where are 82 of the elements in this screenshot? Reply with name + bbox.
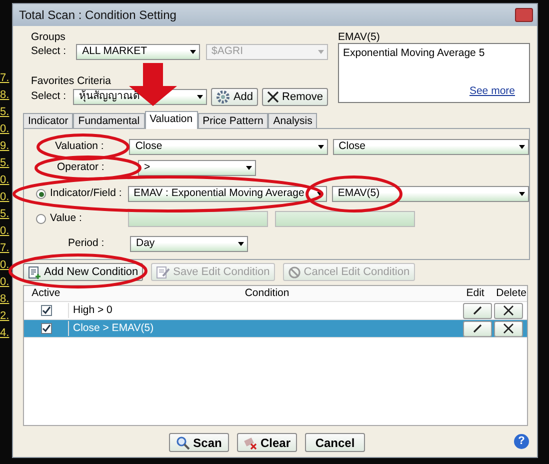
column-header: Active bbox=[30, 286, 62, 301]
field-label: Indicator/Field : bbox=[50, 186, 123, 202]
help-icon[interactable]: ? bbox=[514, 434, 529, 449]
caret-icon bbox=[318, 50, 324, 54]
column-header: Edit bbox=[466, 286, 486, 301]
background-text: 2. bbox=[0, 309, 10, 324]
background-text: 5. bbox=[0, 156, 10, 171]
background-text: 0. bbox=[0, 258, 10, 273]
background-text: 4. bbox=[0, 326, 10, 341]
indicator-dropdown[interactable]: EMAV(5) bbox=[332, 186, 529, 202]
close-icon bbox=[503, 305, 514, 316]
edit-list-icon bbox=[156, 266, 170, 278]
tab[interactable]: Fundamental bbox=[73, 113, 145, 128]
caret-icon bbox=[519, 192, 525, 196]
close-icon bbox=[267, 91, 280, 103]
value-field[interactable] bbox=[275, 211, 415, 227]
field-label: Value : bbox=[50, 211, 83, 226]
value-field[interactable] bbox=[128, 211, 268, 227]
close-icon bbox=[503, 323, 514, 334]
radio-button[interactable] bbox=[36, 189, 46, 199]
background-text: 0. bbox=[0, 173, 10, 188]
background-text: 7. bbox=[0, 241, 10, 256]
section-label: Groups bbox=[31, 30, 66, 43]
tab[interactable]: Analysis bbox=[268, 113, 318, 128]
section-label: Favorites Criteria bbox=[31, 74, 112, 87]
tab[interactable]: Price Pattern bbox=[198, 113, 268, 128]
background-text: 0. bbox=[0, 122, 10, 137]
valuation-dropdown[interactable]: Close bbox=[332, 139, 530, 155]
caret-icon bbox=[318, 145, 324, 149]
checkbox[interactable] bbox=[40, 305, 52, 316]
caret-icon bbox=[238, 242, 244, 246]
caret-icon bbox=[246, 166, 252, 170]
add-list-icon bbox=[28, 266, 41, 278]
description-text: Exponential Moving Average 5 bbox=[343, 47, 485, 59]
caret-icon bbox=[316, 192, 323, 196]
background-text: 9. bbox=[0, 139, 10, 154]
background-text: 7. bbox=[0, 71, 10, 86]
clear-button[interactable]: Clear bbox=[237, 433, 297, 452]
description-title: EMAV(5) bbox=[338, 30, 381, 43]
field-label: Period : bbox=[68, 236, 106, 252]
field-label: Valuation : bbox=[55, 139, 105, 154]
background-text: 8. bbox=[0, 292, 10, 307]
delete-button[interactable] bbox=[494, 320, 523, 336]
delete-button[interactable] bbox=[494, 302, 523, 318]
market-dropdown[interactable]: ALL MARKET bbox=[76, 44, 200, 60]
caret-icon bbox=[519, 145, 526, 149]
cancel-button[interactable]: Cancel bbox=[305, 433, 365, 452]
caret-icon bbox=[190, 50, 196, 54]
prohibited-icon bbox=[288, 266, 301, 278]
background-text: 8. bbox=[0, 88, 10, 103]
see-more-link[interactable]: See more bbox=[469, 84, 515, 100]
add-condition-button[interactable]: Add New Condition bbox=[23, 263, 144, 281]
field-label: Select : bbox=[31, 44, 68, 60]
operator-dropdown[interactable]: > bbox=[138, 160, 256, 176]
background-text: 0. bbox=[0, 275, 10, 290]
period-dropdown[interactable]: Day bbox=[130, 236, 248, 252]
caret-icon bbox=[197, 95, 204, 99]
field-label: Select : bbox=[31, 89, 68, 104]
field-label: Operator : bbox=[57, 160, 106, 176]
background-text: 0. bbox=[0, 190, 10, 205]
eraser-icon bbox=[243, 436, 258, 450]
tab[interactable]: Indicator bbox=[23, 113, 74, 128]
background-text: 5. bbox=[0, 105, 10, 120]
edit-button[interactable] bbox=[463, 320, 492, 336]
valuation-dropdown[interactable]: Close bbox=[129, 139, 328, 155]
gear-icon bbox=[216, 90, 230, 104]
scan-button[interactable]: Scan bbox=[169, 433, 229, 452]
column-header: Delete bbox=[496, 286, 527, 301]
column-header: Condition bbox=[244, 286, 290, 301]
search-icon bbox=[176, 436, 190, 450]
radio-button[interactable] bbox=[36, 214, 46, 224]
background-text: 0. bbox=[0, 224, 10, 239]
pencil-icon bbox=[472, 305, 483, 316]
checkbox[interactable] bbox=[40, 323, 52, 334]
remove-button[interactable]: Remove bbox=[262, 88, 328, 106]
add-button[interactable]: Add bbox=[211, 88, 258, 106]
window-title: Total Scan : Condition Setting bbox=[19, 7, 176, 24]
indicator-dropdown[interactable]: EMAV : Exponential Moving Average bbox=[128, 186, 327, 202]
tab[interactable]: Valuation bbox=[144, 111, 198, 129]
edit-button[interactable] bbox=[463, 302, 492, 318]
background-text: 5. bbox=[0, 207, 10, 222]
pencil-icon bbox=[472, 323, 483, 334]
